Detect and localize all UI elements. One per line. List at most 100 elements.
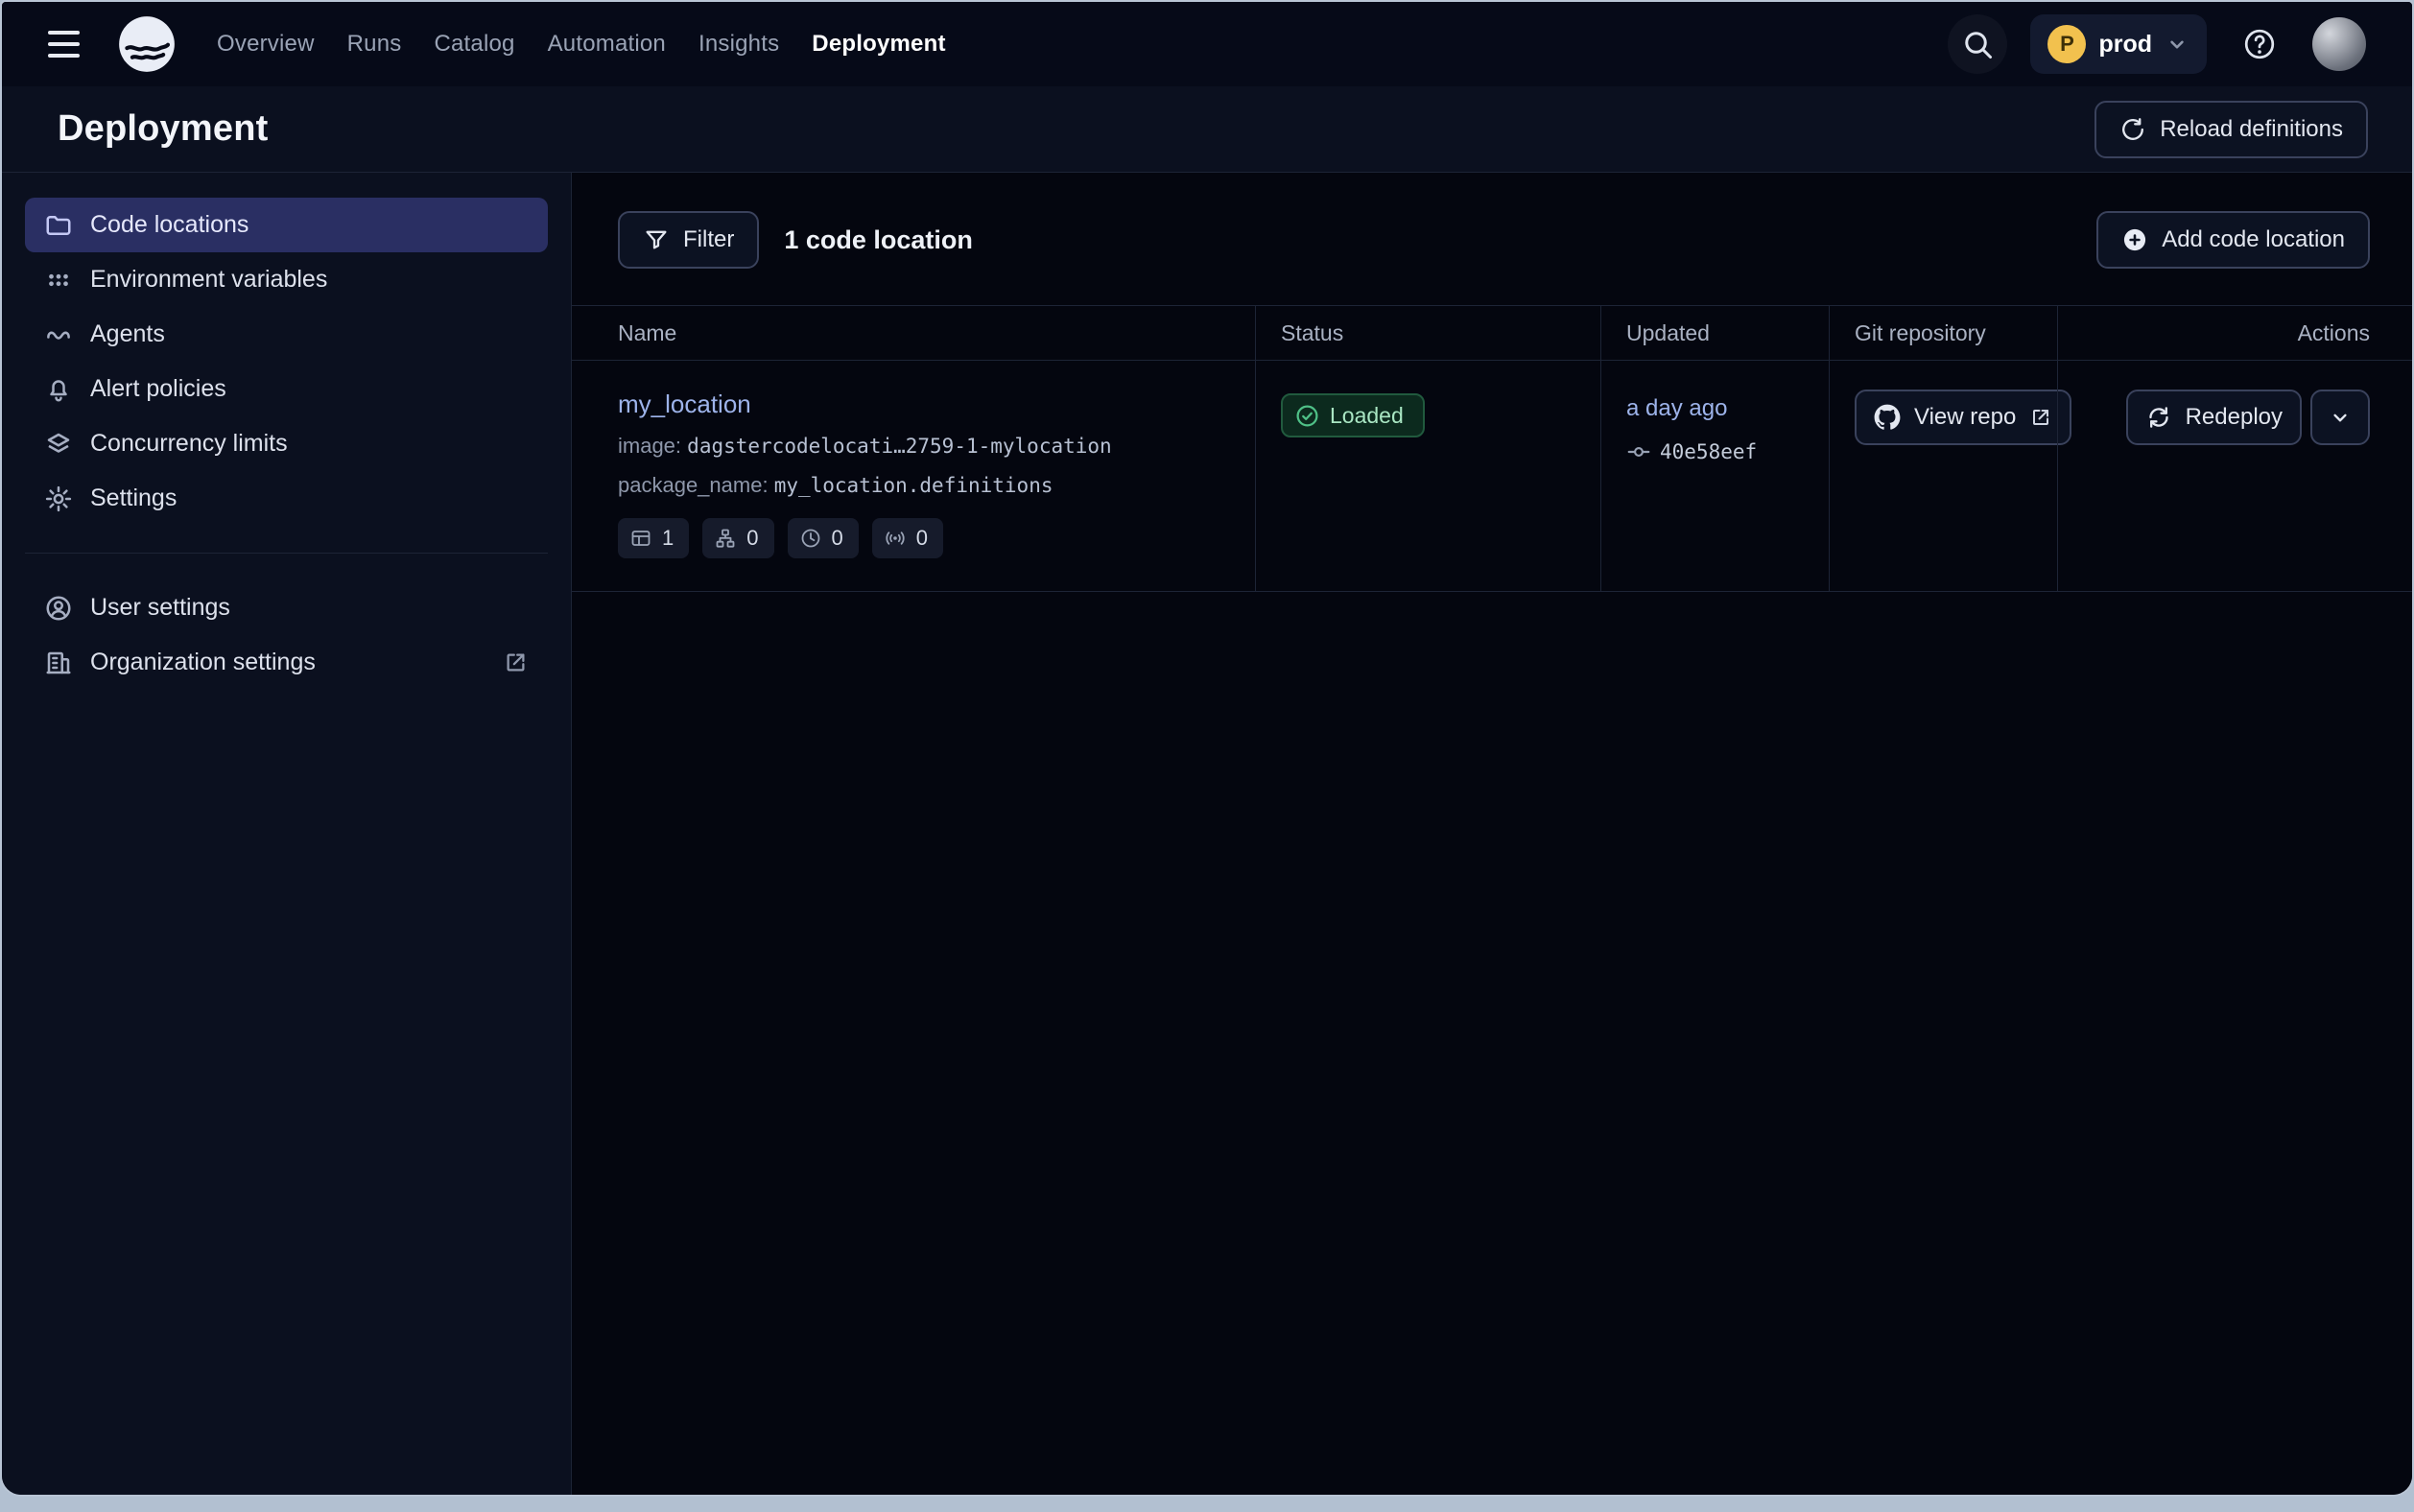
nav-catalog[interactable]: Catalog <box>434 31 514 58</box>
jobs-count: 1 <box>662 526 674 551</box>
organization-icon <box>44 649 73 677</box>
table-row: my_location image: dagstercodelocati…275… <box>572 361 2412 592</box>
deployment-name: prod <box>2098 31 2152 59</box>
check-circle-icon <box>1294 403 1320 429</box>
schedule-icon <box>799 527 822 550</box>
page-title: Deployment <box>58 108 268 150</box>
variables-icon <box>44 266 73 295</box>
cell-actions: Redeploy <box>2057 361 2412 591</box>
cell-status: Loaded <box>1255 361 1600 591</box>
sidebar-item-label: Agents <box>90 320 165 348</box>
bell-icon <box>44 375 73 404</box>
sidebar-item-code-locations[interactable]: Code locations <box>25 198 548 252</box>
agent-icon <box>44 320 73 349</box>
sidebar-item-concurrency-limits[interactable]: Concurrency limits <box>25 416 548 471</box>
sidebar-item-label: User settings <box>90 594 230 622</box>
schedule-count: 0 <box>832 526 843 551</box>
plus-circle-icon <box>2121 226 2148 253</box>
help-icon <box>2242 27 2277 61</box>
dagster-logo-icon[interactable] <box>115 12 178 76</box>
sidebar-item-label: Organization settings <box>90 649 316 676</box>
code-locations-table: Name Status Updated Git repository Actio… <box>572 305 2412 592</box>
redeploy-icon <box>2145 404 2172 431</box>
updated-link[interactable]: a day ago <box>1626 395 1727 422</box>
jobs-count-chip[interactable]: 1 <box>618 518 689 558</box>
image-meta: image: dagstercodelocati…2759-1-mylocati… <box>618 434 1255 459</box>
add-code-location-button[interactable]: Add code location <box>2096 211 2370 269</box>
toolbar: Filter 1 code location Add code location <box>572 173 2412 269</box>
folder-icon <box>44 211 73 240</box>
reload-icon <box>2119 116 2146 143</box>
sensor-count-chip[interactable]: 0 <box>872 518 943 558</box>
asset-graph-icon <box>714 527 737 550</box>
add-code-location-label: Add code location <box>2162 226 2345 253</box>
nav-overview[interactable]: Overview <box>217 31 315 58</box>
external-link-icon <box>503 650 529 675</box>
cell-updated: a day ago 40e58eef <box>1600 361 1829 591</box>
package-meta: package_name: my_location.definitions <box>618 473 1255 498</box>
reload-definitions-button[interactable]: Reload definitions <box>2094 101 2368 158</box>
sensor-icon <box>884 527 907 550</box>
sidebar-item-alert-policies[interactable]: Alert policies <box>25 362 548 416</box>
cell-git-repository: View repo <box>1829 361 2057 591</box>
deployment-switcher[interactable]: P prod <box>2030 14 2207 74</box>
layers-icon <box>44 430 73 459</box>
code-location-count: 1 code location <box>784 225 973 255</box>
nav-insights[interactable]: Insights <box>698 31 779 58</box>
commit-info[interactable]: 40e58eef <box>1626 439 1829 464</box>
image-label: image: <box>618 434 681 458</box>
deployment-avatar: P <box>2047 25 2086 63</box>
filter-button[interactable]: Filter <box>618 211 759 269</box>
sidebar-item-label: Alert policies <box>90 375 226 403</box>
sidebar-item-label: Code locations <box>90 211 248 239</box>
asset-graph-count: 0 <box>746 526 758 551</box>
column-header-name: Name <box>572 306 1255 360</box>
cell-name: my_location image: dagstercodelocati…275… <box>572 361 1255 591</box>
status-label: Loaded <box>1330 403 1404 429</box>
definition-count-chips: 1 0 <box>618 518 1255 558</box>
status-badge: Loaded <box>1281 393 1425 437</box>
column-header-status: Status <box>1255 306 1600 360</box>
user-avatar[interactable] <box>2312 17 2366 71</box>
navbar-right: P prod <box>1948 14 2366 74</box>
schedule-count-chip[interactable]: 0 <box>788 518 859 558</box>
page-header: Deployment Reload definitions <box>2 86 2412 173</box>
app-window: Overview Runs Catalog Automation Insight… <box>0 0 2414 1497</box>
sidebar-item-environment-variables[interactable]: Environment variables <box>25 252 548 307</box>
menu-icon <box>48 31 80 35</box>
redeploy-menu-button[interactable] <box>2310 390 2370 445</box>
nav-deployment[interactable]: Deployment <box>812 31 945 58</box>
sensor-count: 0 <box>916 526 928 551</box>
top-navbar: Overview Runs Catalog Automation Insight… <box>2 2 2412 86</box>
commit-icon <box>1626 439 1651 464</box>
reload-definitions-label: Reload definitions <box>2160 116 2343 143</box>
nav-runs[interactable]: Runs <box>347 31 402 58</box>
code-location-link[interactable]: my_location <box>618 390 751 418</box>
asset-graph-count-chip[interactable]: 0 <box>702 518 773 558</box>
sidebar-item-label: Environment variables <box>90 266 327 294</box>
redeploy-button[interactable]: Redeploy <box>2126 390 2302 445</box>
sidebar-item-organization-settings[interactable]: Organization settings <box>25 635 548 690</box>
column-header-actions: Actions <box>2057 306 2412 360</box>
help-button[interactable] <box>2230 14 2289 74</box>
external-link-icon <box>2029 406 2052 429</box>
search-icon <box>1960 27 1995 61</box>
nav-automation[interactable]: Automation <box>548 31 666 58</box>
filter-icon <box>643 226 670 253</box>
search-button[interactable] <box>1948 14 2007 74</box>
chevron-down-icon <box>2328 405 2353 430</box>
package-value: my_location.definitions <box>774 474 1053 497</box>
image-value: dagstercodelocati…2759-1-mylocation <box>687 435 1112 458</box>
filter-label: Filter <box>683 226 734 253</box>
menu-button[interactable] <box>48 22 92 66</box>
view-repo-label: View repo <box>1914 404 2016 431</box>
table-header-row: Name Status Updated Git repository Actio… <box>572 305 2412 361</box>
chevron-down-icon <box>2165 32 2189 57</box>
sidebar-item-agents[interactable]: Agents <box>25 307 548 362</box>
sidebar-item-user-settings[interactable]: User settings <box>25 580 548 635</box>
sidebar: Code locations Environment variables Age… <box>2 173 572 1495</box>
main-content: Filter 1 code location Add code location… <box>572 173 2412 1495</box>
primary-nav: Overview Runs Catalog Automation Insight… <box>217 31 946 58</box>
view-repo-button[interactable]: View repo <box>1855 390 2071 445</box>
sidebar-item-settings[interactable]: Settings <box>25 471 548 526</box>
